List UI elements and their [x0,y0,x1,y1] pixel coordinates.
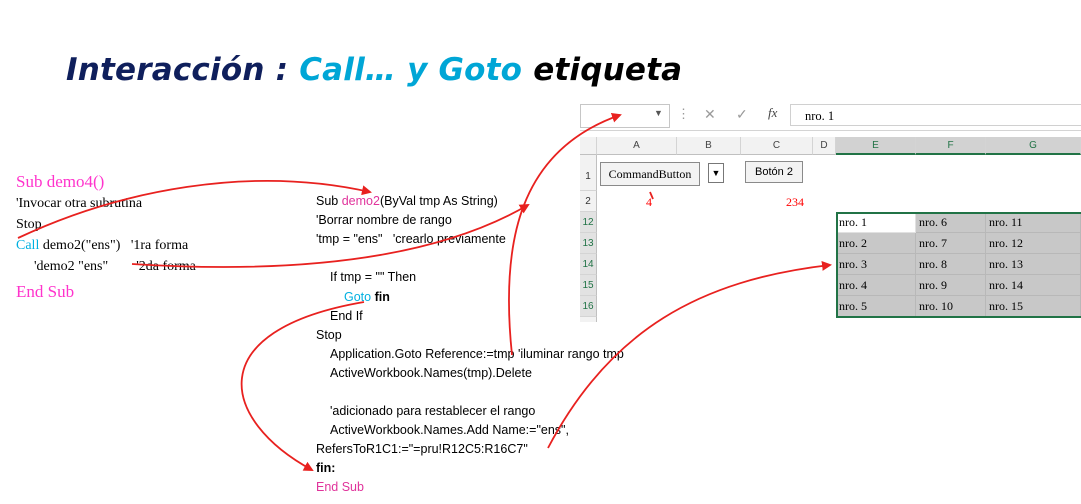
mid-sub-name: demo2 [341,194,380,208]
mid-comment2: 'tmp = "ens" 'crearlo previamente [316,232,506,246]
mid-end-line: End Sub [316,480,364,494]
cell-c2-value[interactable]: 234 [786,195,804,210]
mid-sub-line: Sub demo2(ByVal tmp As String) [316,194,498,208]
slide-title: Interacción : Call… y Goto etiqueta [66,52,682,88]
col-header-d[interactable]: D [813,137,836,155]
combo-box-dropdown[interactable]: ▼ [708,163,724,183]
col-header-e[interactable]: E [836,137,916,155]
mid-stop-line: Stop [316,328,342,342]
chevron-down-icon[interactable]: ▼ [654,108,663,118]
left-call-line: Call demo2("ens") '1ra forma [16,238,188,254]
mid-sub-suffix: (ByVal tmp As String) [379,194,498,208]
goto-label: fin [374,290,390,304]
row-header-16[interactable]: 16 [580,296,597,317]
mid-comment1: 'Borrar nombre de rango [316,213,452,227]
mid-delete-line: ActiveWorkbook.Names(tmp).Delete [330,366,532,380]
fx-icon[interactable]: fx [768,105,777,121]
mid-goto-line: Goto fin [344,290,390,304]
col-header-a[interactable]: A [597,137,677,155]
row-header-2[interactable]: 2 [580,191,597,212]
left-stop-line: Stop [16,217,42,232]
boton-2-button[interactable]: Botón 2 [745,161,803,183]
mid-add-line: ActiveWorkbook.Names.Add Name:="ens", [330,423,569,437]
row-header-13[interactable]: 13 [580,233,597,254]
goto-keyword: Goto [344,290,372,304]
row-header-1[interactable]: 1 [580,155,597,191]
mid-endif-line: End If [330,309,363,323]
row-header-12[interactable]: 12 [580,212,597,233]
drag-handle-icon[interactable]: ⋮ [677,106,690,122]
mid-comment3: 'adicionado para restablecer el rango [330,404,536,418]
col-header-f[interactable]: F [916,137,986,155]
left-end-line: End Sub [16,282,75,301]
select-all-corner[interactable] [580,137,597,155]
title-part2: Call… y Goto [299,52,523,88]
left-sub-line: Sub demo4() [16,172,105,191]
formula-bar: ▼ ⋮ ✕ ✓ fx nro. 1 [580,100,1081,131]
mid-if-line: If tmp = "" Then [330,270,417,284]
cancel-icon[interactable]: ✕ [704,106,716,123]
call-rest: demo2("ens") '1ra forma [39,238,189,253]
mid-label-line: fin: [316,461,336,475]
left-alt-line: 'demo2 "ens" '2da forma [34,259,196,274]
left-comment-line: 'Invocar otra subrutina [16,196,143,211]
mid-refers-line: RefersToR1C1:="=pru!R12C5:R16C7" [316,442,528,456]
title-part3: etiqueta [533,52,683,88]
mid-sub-prefix: Sub [316,194,342,208]
cell-b2-value[interactable]: 4 [646,195,652,210]
excel-window: ▼ ⋮ ✕ ✓ fx nro. 1 A B C D E F G 1 2 12 1… [580,100,1081,322]
col-header-c[interactable]: C [741,137,813,155]
formula-input[interactable]: nro. 1 [790,104,1081,126]
check-icon[interactable]: ✓ [736,106,748,123]
mid-app-goto-line: Application.Goto Reference:=tmp 'ilumina… [330,347,624,361]
selected-range-outline [836,212,1081,318]
sheet-grid: A B C D E F G 1 2 12 13 14 15 16 Command… [580,137,1081,322]
row-header-15[interactable]: 15 [580,275,597,296]
call-keyword: Call [16,238,40,253]
row-header-17[interactable] [580,317,597,322]
command-button[interactable]: CommandButton [600,162,700,186]
row-header-14[interactable]: 14 [580,254,597,275]
col-header-b[interactable]: B [677,137,741,155]
col-header-g[interactable]: G [986,137,1081,155]
title-part1: Interacción : [66,52,289,88]
